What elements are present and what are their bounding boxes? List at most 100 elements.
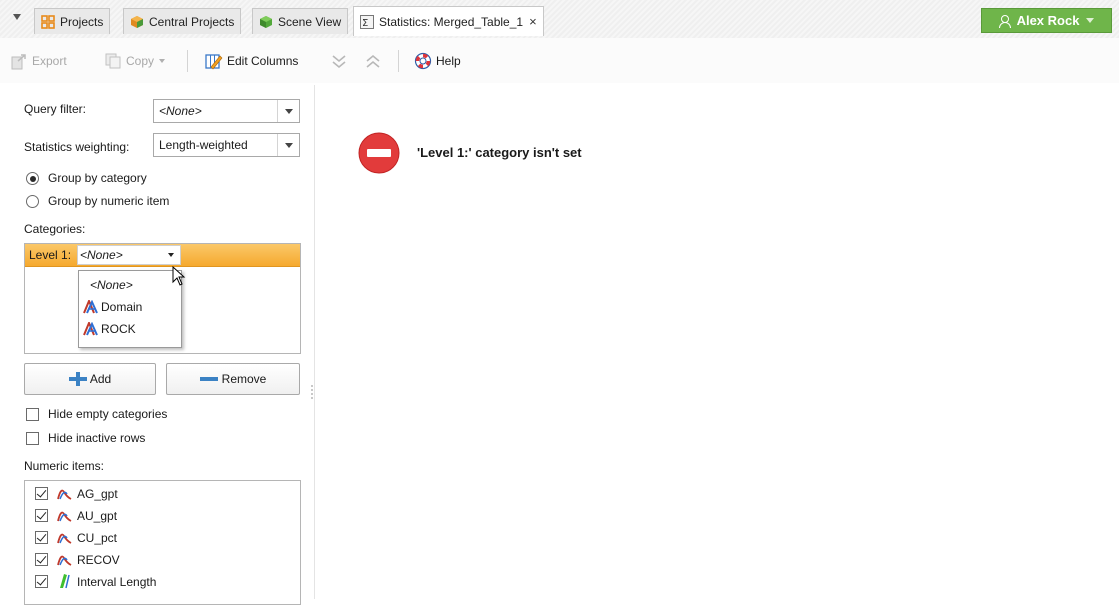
level-dropdown-list: <None> Domain ROCK <box>78 270 182 348</box>
chevron-down-icon <box>277 100 299 122</box>
lifebuoy-help-icon <box>414 52 432 70</box>
numeric-item-row[interactable]: RECOV <box>25 549 295 571</box>
chevron-down-icon <box>168 253 174 257</box>
error-no-entry-icon <box>358 132 400 174</box>
edit-columns-icon <box>205 54 223 70</box>
tab-label: Scene View <box>278 14 342 29</box>
tab-bar: Projects Central Projects Scene View Σ S… <box>0 0 1119 38</box>
dropdown-option-domain[interactable]: Domain <box>79 297 181 317</box>
group-by-category-label: Group by category <box>48 171 147 185</box>
numeric-item-label: RECOV <box>77 553 120 567</box>
chevron-down-icon <box>159 59 166 63</box>
group-by-numeric-label: Group by numeric item <box>48 194 170 208</box>
toolbar: Export Copy Edit Columns Help <box>0 38 1119 84</box>
edit-columns-label: Edit Columns <box>227 54 299 68</box>
numeric-item-checkbox[interactable] <box>35 531 48 544</box>
numeric-item-checkbox[interactable] <box>35 509 48 522</box>
level-label: Level 1: <box>29 248 72 262</box>
numeric-item-label: Interval Length <box>77 575 157 589</box>
tab-scene-view[interactable]: Scene View <box>252 8 349 34</box>
numeric-item-checkbox[interactable] <box>35 575 48 588</box>
user-account-button[interactable]: Alex Rock <box>981 8 1112 33</box>
copy-label: Copy <box>126 54 155 68</box>
central-projects-icon <box>131 15 143 28</box>
categories-label: Categories: <box>24 222 86 236</box>
svg-text:Σ: Σ <box>362 18 368 29</box>
scroll-up-button[interactable] <box>364 50 386 72</box>
tab-label: Central Projects <box>149 14 235 29</box>
projects-grid-icon <box>41 14 55 29</box>
help-label: Help <box>436 54 461 68</box>
numeric-item-checkbox[interactable] <box>35 487 48 500</box>
copy-button[interactable]: Copy <box>104 50 166 72</box>
statistics-results-area: 'Level 1:' category isn't set <box>316 85 1119 599</box>
hide-empty-checkbox[interactable] <box>26 408 39 421</box>
numeric-item-row[interactable]: CU_pct <box>25 527 295 549</box>
numeric-items-list: AG_gpt AU_gpt CU_pct RECOV Interval Leng… <box>24 480 301 605</box>
numeric-column-icon <box>57 489 72 500</box>
numeric-item-label: AG_gpt <box>77 487 118 501</box>
category-level-row[interactable]: Level 1: <None> <box>25 244 300 267</box>
option-label: <None> <box>90 278 133 292</box>
hide-empty-label: Hide empty categories <box>48 407 168 421</box>
double-chevron-up-icon <box>366 54 380 68</box>
numeric-item-row[interactable]: Interval Length <box>25 571 295 593</box>
statistics-settings-panel: Query filter: <None> Statistics weightin… <box>0 85 315 605</box>
minus-icon <box>199 377 218 381</box>
interval-length-icon <box>60 574 70 589</box>
option-label: ROCK <box>101 322 136 336</box>
weighting-value: Length-weighted <box>159 138 248 152</box>
tab-label: Statistics: Merged_Table_1 <box>379 14 524 29</box>
plus-icon <box>68 372 87 386</box>
numeric-column-icon <box>57 555 72 566</box>
panel-splitter-handle[interactable] <box>311 385 313 399</box>
numeric-items-label: Numeric items: <box>24 459 105 473</box>
level-select[interactable]: <None> <box>77 245 181 265</box>
tab-central-projects[interactable]: Central Projects <box>123 8 242 34</box>
category-column-icon <box>83 322 98 336</box>
export-button[interactable]: Export <box>10 50 67 72</box>
numeric-column-icon <box>57 511 72 522</box>
numeric-item-checkbox[interactable] <box>35 553 48 566</box>
numeric-item-row[interactable]: AU_gpt <box>25 505 295 527</box>
error-message: 'Level 1:' category isn't set <box>417 145 582 160</box>
double-chevron-down-icon <box>332 55 346 69</box>
close-tab-icon[interactable]: × <box>529 14 537 29</box>
add-button[interactable]: Add <box>24 363 156 395</box>
tab-statistics[interactable]: Σ Statistics: Merged_Table_1 × <box>353 6 544 36</box>
toolbar-separator <box>187 50 188 72</box>
scene-cube-icon <box>260 15 272 28</box>
mouse-cursor-icon <box>172 266 186 286</box>
numeric-item-row[interactable]: AG_gpt <box>25 483 295 505</box>
help-button[interactable]: Help <box>414 50 461 72</box>
remove-button[interactable]: Remove <box>166 363 300 395</box>
edit-columns-button[interactable]: Edit Columns <box>205 50 298 72</box>
copy-icon <box>105 53 121 69</box>
group-by-category-radio[interactable] <box>26 172 39 185</box>
statistics-sigma-icon: Σ <box>360 14 374 29</box>
hide-inactive-checkbox[interactable] <box>26 432 39 445</box>
scroll-down-button[interactable] <box>330 50 352 72</box>
weighting-label: Statistics weighting: <box>24 140 130 154</box>
category-column-icon <box>83 300 98 314</box>
dropdown-option-none[interactable]: <None> <box>79 275 181 295</box>
add-label: Add <box>89 372 112 386</box>
numeric-item-label: AU_gpt <box>77 509 118 523</box>
weighting-select[interactable]: Length-weighted <box>153 133 300 157</box>
query-filter-select[interactable]: <None> <box>153 99 300 123</box>
tab-projects[interactable]: Projects <box>34 8 111 34</box>
remove-label: Remove <box>221 372 267 386</box>
dropdown-option-rock[interactable]: ROCK <box>79 319 181 339</box>
tab-label: Projects <box>60 14 104 29</box>
export-icon <box>11 54 26 70</box>
level-value: <None> <box>80 248 123 262</box>
group-by-numeric-radio[interactable] <box>26 195 39 208</box>
query-filter-value: <None> <box>159 104 202 118</box>
hide-inactive-label: Hide inactive rows <box>48 431 146 445</box>
query-filter-label: Query filter: <box>24 102 87 116</box>
toolbar-separator <box>398 50 399 72</box>
tab-list-dropdown-icon[interactable] <box>13 14 21 20</box>
numeric-column-icon <box>57 533 72 544</box>
option-label: Domain <box>101 300 143 314</box>
chevron-down-icon <box>277 134 299 156</box>
